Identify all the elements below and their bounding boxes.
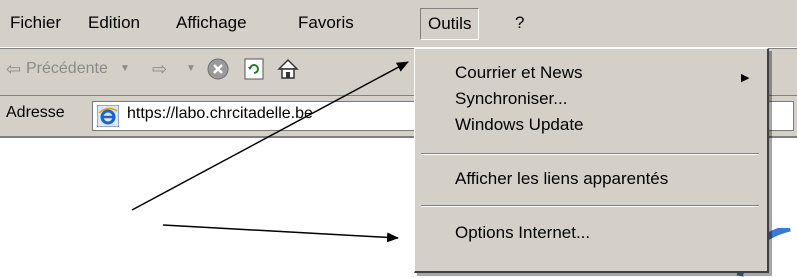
annotation-overlay (131, 61, 409, 243)
annotation-arrow-to-outils (131, 61, 409, 211)
annotation-arrow-to-options (162, 224, 399, 243)
